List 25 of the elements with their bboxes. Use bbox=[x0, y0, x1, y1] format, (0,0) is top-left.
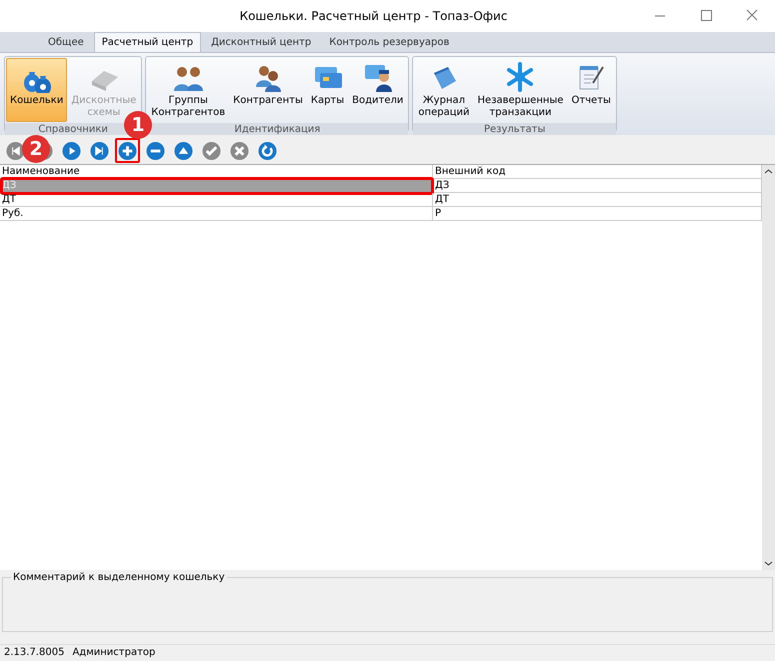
tab[interactable]: Контроль резервуаров bbox=[321, 32, 458, 52]
table-cell: Р bbox=[433, 207, 762, 221]
ribbon-button[interactable]: Журнал операций bbox=[414, 58, 474, 122]
table-cell: Руб. bbox=[0, 207, 433, 221]
status-text: 2.13.7.8005 bbox=[3, 646, 66, 660]
tab[interactable]: Общее bbox=[40, 32, 92, 52]
column-header[interactable]: Внешний код bbox=[433, 165, 762, 179]
ribbon-button[interactable]: Незавершенные транзакции bbox=[474, 58, 568, 122]
table-cell: ДТ bbox=[0, 193, 433, 207]
ribbon-button[interactable]: Кошельки bbox=[6, 58, 68, 122]
status-text: Администратор bbox=[71, 646, 156, 660]
tab[interactable]: Расчетный центр bbox=[94, 32, 202, 52]
ribbon-button[interactable]: Отчеты bbox=[567, 58, 615, 122]
ribbon-button[interactable]: Водители bbox=[348, 58, 408, 122]
window-title: Кошельки. Расчетный центр - Топаз-Офис bbox=[238, 9, 508, 23]
ribbon-button[interactable]: Карты bbox=[306, 58, 348, 122]
group-label: Результаты bbox=[413, 123, 616, 136]
column-header[interactable]: Наименование bbox=[0, 165, 433, 179]
table-cell: ДТ bbox=[433, 193, 762, 207]
group-label: Идентификация bbox=[146, 123, 408, 136]
scrollbar[interactable] bbox=[762, 165, 775, 570]
panel-title: Комментарий к выделенному кошельку bbox=[12, 572, 226, 583]
tab[interactable]: Дисконтный центр bbox=[203, 32, 320, 52]
ribbon-button[interactable]: Контрагенты bbox=[229, 58, 307, 122]
table-cell: ДЗ bbox=[433, 179, 762, 193]
